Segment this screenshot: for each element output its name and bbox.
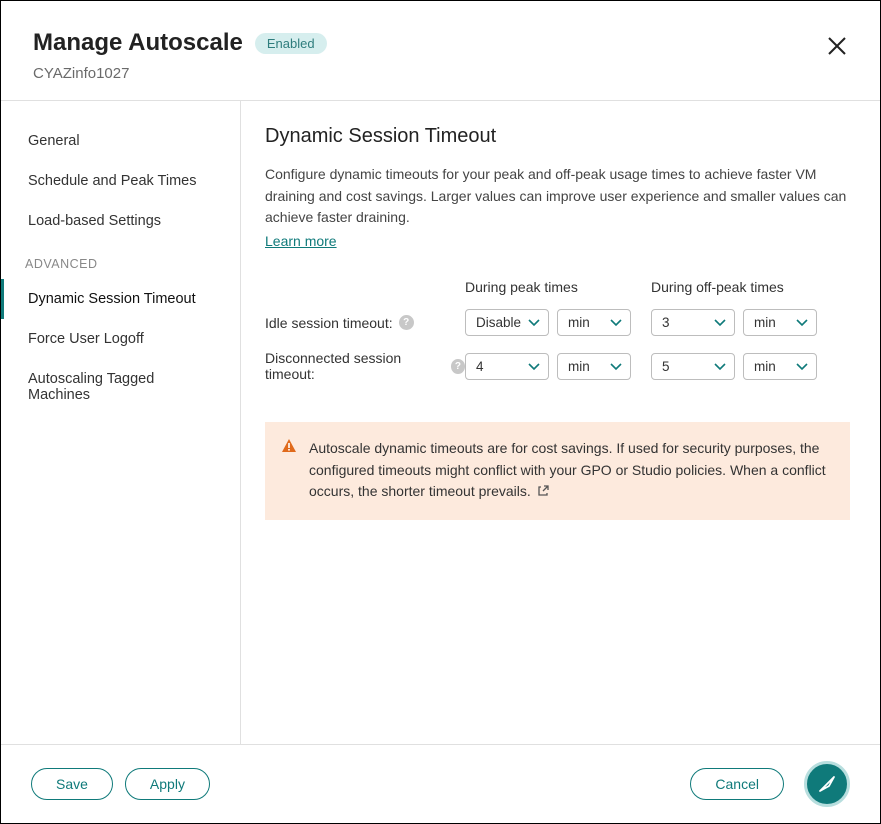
navigate-icon [816,773,838,795]
sidebar-item-load-based-settings[interactable]: Load-based Settings [1,201,240,241]
close-button[interactable] [826,35,850,59]
external-link-icon[interactable] [537,482,550,504]
content-pane: Dynamic Session Timeout Configure dynami… [241,101,880,744]
sidebar-heading-advanced: ADVANCED [1,241,240,279]
column-header-offpeak: During off-peak times [651,279,837,295]
chevron-down-icon [528,359,540,374]
close-icon [826,35,848,57]
alert-text: Autoscale dynamic timeouts are for cost … [309,440,826,499]
disconnected-offpeak-value-select[interactable]: 5 [651,353,735,380]
disconnected-offpeak-unit-select[interactable]: min [743,353,817,380]
help-icon[interactable]: ? [399,315,414,330]
help-icon[interactable]: ? [451,359,465,374]
row-disconnected-session-timeout: Disconnected session timeout: ? 4 min [265,350,850,382]
chevron-down-icon [610,359,622,374]
section-title: Dynamic Session Timeout [265,125,850,148]
dialog-subtitle: CYAZinfo1027 [33,65,848,82]
chevron-down-icon [528,315,540,330]
chevron-down-icon [610,315,622,330]
cancel-button[interactable]: Cancel [690,768,784,800]
chevron-down-icon [796,315,808,330]
sidebar-item-autoscaling-tagged-machines[interactable]: Autoscaling Tagged Machines [1,359,240,415]
idle-peak-unit-select[interactable]: min [557,309,631,336]
manage-autoscale-dialog: Manage Autoscale Enabled CYAZinfo1027 Ge… [0,0,881,824]
warning-icon [281,438,297,461]
column-header-peak: During peak times [465,279,651,295]
dialog-header: Manage Autoscale Enabled CYAZinfo1027 [1,1,880,100]
dialog-title: Manage Autoscale [33,29,243,57]
sidebar-item-dynamic-session-timeout[interactable]: Dynamic Session Timeout [1,279,240,319]
disconnected-peak-value-select[interactable]: 4 [465,353,549,380]
help-fab-button[interactable] [804,761,850,807]
dialog-footer: Save Apply Cancel [1,744,880,823]
row-label-idle: Idle session timeout: [265,315,393,331]
chevron-down-icon [714,359,726,374]
sidebar-item-force-user-logoff[interactable]: Force User Logoff [1,319,240,359]
idle-offpeak-unit-select[interactable]: min [743,309,817,336]
disconnected-peak-unit-select[interactable]: min [557,353,631,380]
dialog-body: General Schedule and Peak Times Load-bas… [1,100,880,744]
chevron-down-icon [796,359,808,374]
sidebar-item-general[interactable]: General [1,121,240,161]
sidebar-item-schedule-peak-times[interactable]: Schedule and Peak Times [1,161,240,201]
idle-peak-value-select[interactable]: Disable [465,309,549,336]
learn-more-link[interactable]: Learn more [265,233,337,249]
section-description: Configure dynamic timeouts for your peak… [265,164,850,229]
row-label-disconnected: Disconnected session timeout: [265,350,445,382]
sidebar: General Schedule and Peak Times Load-bas… [1,101,241,744]
timeout-grid: During peak times During off-peak times … [265,279,850,382]
chevron-down-icon [714,315,726,330]
warning-alert: Autoscale dynamic timeouts are for cost … [265,422,850,520]
idle-offpeak-value-select[interactable]: 3 [651,309,735,336]
apply-button[interactable]: Apply [125,768,210,800]
save-button[interactable]: Save [31,768,113,800]
row-idle-session-timeout: Idle session timeout: ? Disable min [265,309,850,336]
status-badge: Enabled [255,33,327,54]
